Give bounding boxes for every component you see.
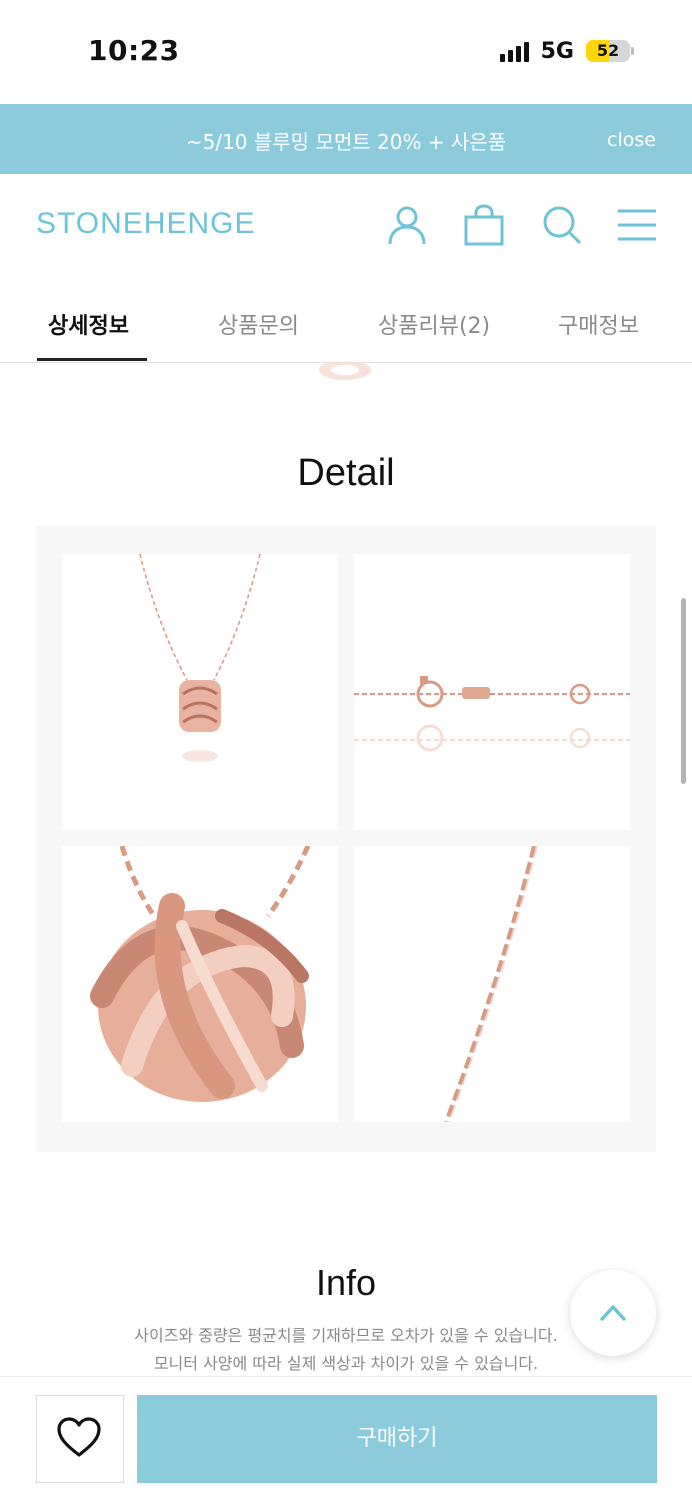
chain-closeup-image — [354, 846, 630, 1122]
chevron-up-icon — [600, 1305, 626, 1321]
network-type: 5G — [540, 38, 574, 64]
heart-icon — [57, 1417, 101, 1457]
info-line-color: 모니터 사양에 따라 실제 색상과 차이가 있을 수 있습니다. — [153, 1354, 539, 1373]
promo-text[interactable]: ~5/10 블루밍 모먼트 20% + 사은품 — [0, 126, 692, 155]
menu-icon[interactable] — [616, 204, 658, 246]
tab-purchase-info[interactable]: 구매정보 — [558, 308, 639, 340]
promo-banner[interactable]: ~5/10 블루밍 모먼트 20% + 사은품 close — [0, 104, 692, 174]
necklace-full-image — [62, 554, 338, 830]
site-header: STONEHENGE — [0, 174, 692, 278]
buy-button[interactable]: 구매하기 — [137, 1395, 657, 1483]
shopping-bag-icon[interactable] — [463, 204, 505, 246]
scroll-to-top-button[interactable] — [570, 1270, 656, 1356]
battery-level: 52 — [596, 41, 620, 60]
tab-inquiry[interactable]: 상품문의 — [218, 308, 299, 340]
tab-reviews[interactable]: 상품리뷰(2) — [378, 308, 490, 340]
purchase-bar: 구매하기 — [0, 1376, 692, 1501]
chain-clasp-image — [354, 554, 630, 830]
product-tabs: 상세정보 상품문의 상품리뷰(2) 구매정보 — [0, 280, 692, 363]
detail-title: Detail — [297, 452, 395, 494]
active-tab-indicator — [37, 358, 147, 361]
status-time: 10:23 — [88, 34, 180, 67]
search-icon[interactable] — [541, 204, 583, 246]
scrollbar[interactable] — [681, 598, 686, 784]
account-icon[interactable] — [386, 204, 428, 246]
tab-detail[interactable]: 상세정보 — [48, 308, 129, 340]
promo-close-button[interactable]: close — [607, 129, 656, 151]
status-indicators: 5G 52 — [499, 36, 634, 66]
pendant-closeup-image — [62, 846, 338, 1122]
previous-image-reflection — [316, 360, 374, 384]
detail-gallery — [36, 526, 656, 1152]
status-bar: 10:23 5G 52 — [0, 0, 692, 104]
battery-icon: 52 — [586, 40, 634, 62]
brand-logo[interactable]: STONEHENGE — [36, 207, 256, 241]
signal-icon — [499, 40, 529, 62]
wishlist-button[interactable] — [36, 1395, 124, 1483]
